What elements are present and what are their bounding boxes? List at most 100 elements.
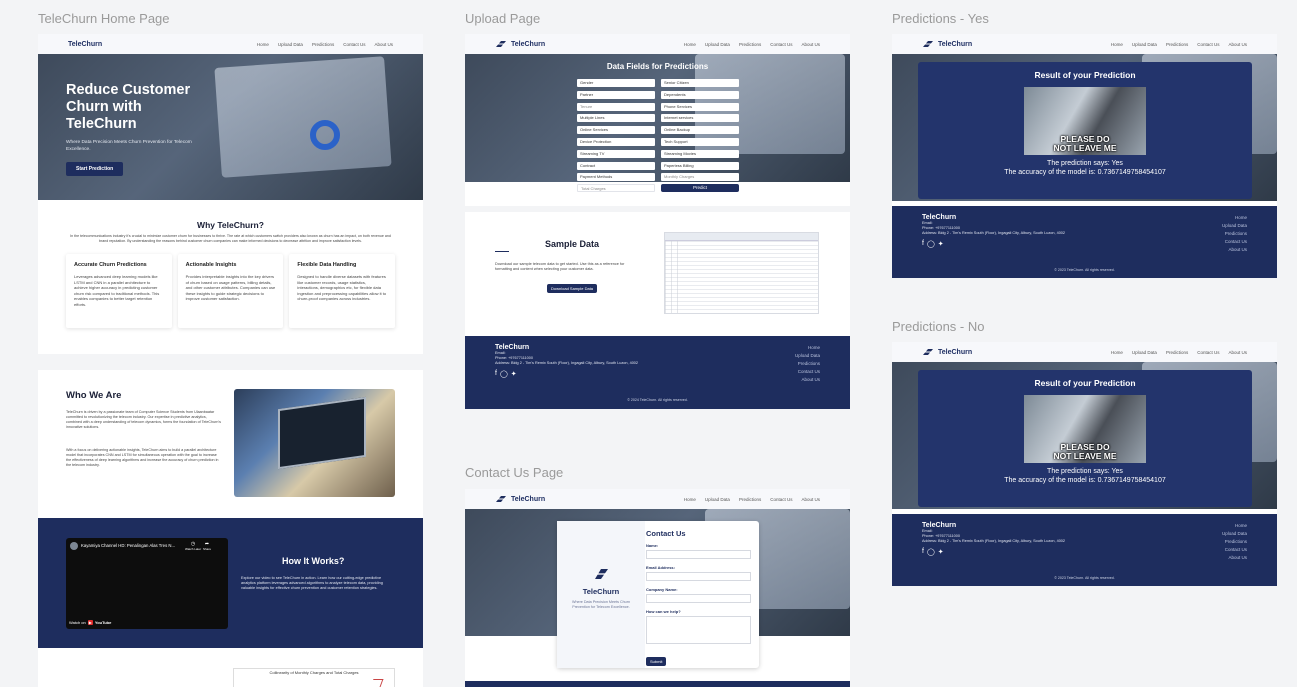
field-phone-services[interactable]: Phone Services — [661, 102, 739, 111]
field-internet-services[interactable]: Internet services — [661, 114, 739, 123]
field-tech-support[interactable]: Tech Support — [661, 137, 739, 146]
fields-left-column: Gender Partner Tenure Multiple Lines Onl… — [577, 79, 655, 182]
footer-link-upload[interactable]: Upload Data — [1222, 222, 1247, 230]
nav-upload[interactable]: Upload Data — [705, 497, 730, 502]
footer-link-home[interactable]: Home — [1222, 214, 1247, 222]
field-streaming-tv[interactable]: Streaming TV — [577, 149, 655, 158]
footer-link-about[interactable]: About Us — [1222, 246, 1247, 254]
nav-contact[interactable]: Contact Us — [770, 42, 792, 47]
upload-form-bottom-row: Total Charges Predict — [465, 182, 850, 206]
nav-predictions[interactable]: Predictions — [1166, 350, 1188, 355]
field-device-protection[interactable]: Device Protection — [577, 137, 655, 146]
video-player[interactable]: Kayamiya Channel HD: Penalingan Alas Tre… — [66, 538, 228, 629]
brand[interactable]: TeleChurn — [922, 40, 972, 48]
facebook-icon[interactable]: f — [922, 548, 924, 556]
nav-upload[interactable]: Upload Data — [705, 42, 730, 47]
instagram-icon[interactable]: ◯ — [500, 370, 508, 378]
field-gender[interactable]: Gender — [577, 79, 655, 87]
nav-contact[interactable]: Contact Us — [1197, 42, 1219, 47]
company-field[interactable] — [646, 594, 751, 603]
download-sample-button[interactable]: Download Sample Data — [547, 284, 598, 293]
clock-icon[interactable]: ◷ Watch Later — [185, 542, 201, 552]
footer-link-home[interactable]: Home — [1222, 522, 1247, 530]
nav-home[interactable]: Home — [1111, 350, 1123, 355]
field-multiple-lines[interactable]: Multiple Lines — [577, 114, 655, 123]
nav-contact[interactable]: Contact Us — [1197, 350, 1219, 355]
nav-home[interactable]: Home — [684, 42, 696, 47]
nav-contact[interactable]: Contact Us — [343, 42, 365, 47]
footer-link-contact[interactable]: Contact Us — [1222, 238, 1247, 246]
footer-copyright: © 2023 TeleChurn. All rights reserved. — [1054, 268, 1115, 272]
field-online-backup[interactable]: Online Backup — [661, 126, 739, 135]
nav-about[interactable]: About Us — [374, 42, 393, 47]
brand[interactable]: TeleChurn — [495, 40, 545, 48]
nav-about[interactable]: About Us — [1228, 350, 1247, 355]
sample-title: Sample Data — [545, 239, 600, 249]
brand[interactable]: TeleChurn — [68, 41, 102, 48]
hero-donut-graphic — [310, 120, 340, 150]
facebook-icon[interactable]: f — [495, 370, 497, 378]
field-senior-citizen[interactable]: Senior Citizen — [661, 79, 739, 87]
field-online-services[interactable]: Online Services — [577, 126, 655, 135]
instagram-icon[interactable]: ◯ — [927, 240, 935, 248]
nav-predictions[interactable]: Predictions — [312, 42, 334, 47]
twitter-icon[interactable]: ✦ — [938, 548, 944, 556]
footer-link-predictions[interactable]: Predictions — [795, 360, 820, 368]
field-monthly-charges[interactable]: Monthly Charges — [661, 173, 739, 182]
brand[interactable]: TeleChurn — [922, 348, 972, 356]
help-textarea[interactable] — [646, 616, 751, 644]
email-field[interactable] — [646, 572, 751, 581]
footer-link-predictions[interactable]: Predictions — [1222, 538, 1247, 546]
nav-upload[interactable]: Upload Data — [1132, 350, 1157, 355]
field-streaming-movies[interactable]: Streaming Movies — [661, 149, 739, 158]
who-paragraph-2: With a focus on delivering actionable in… — [66, 448, 219, 467]
field-contract[interactable]: Contract — [577, 161, 655, 170]
nav-predictions[interactable]: Predictions — [739, 42, 761, 47]
twitter-icon[interactable]: ✦ — [938, 240, 944, 248]
meme-line-2: NOT LEAVE ME — [1053, 451, 1117, 461]
field-paperless-billing[interactable]: Paperless Billing — [661, 161, 739, 170]
brand-name: TeleChurn — [938, 348, 973, 356]
nav-contact[interactable]: Contact Us — [770, 497, 792, 502]
nav-predictions[interactable]: Predictions — [739, 497, 761, 502]
share-icon[interactable]: ➦ Share — [203, 542, 211, 552]
nav-upload[interactable]: Upload Data — [1132, 42, 1157, 47]
prediction-result-text: The prediction says: Yes — [1047, 160, 1123, 167]
nav-home[interactable]: Home — [257, 42, 269, 47]
submit-button[interactable]: Submit — [646, 657, 667, 666]
footer-link-contact[interactable]: Contact Us — [1222, 546, 1247, 554]
field-total-charges[interactable]: Total Charges — [577, 184, 655, 192]
why-title: Why TeleChurn? — [197, 220, 264, 230]
footer-link-home[interactable]: Home — [795, 344, 820, 352]
nav-about[interactable]: About Us — [1228, 42, 1247, 47]
field-partner[interactable]: Partner — [577, 90, 655, 99]
nav-home[interactable]: Home — [1111, 42, 1123, 47]
instagram-icon[interactable]: ◯ — [927, 548, 935, 556]
field-payment-methods[interactable]: Payment Methods — [577, 173, 655, 182]
frame-label-contact: Contact Us Page — [465, 465, 564, 480]
footer-link-about[interactable]: About Us — [1222, 554, 1247, 562]
nav-links: Home Upload Data Predictions Contact Us … — [257, 42, 393, 47]
title-underline — [495, 251, 509, 252]
nav-about[interactable]: About Us — [801, 42, 820, 47]
predict-button[interactable]: Predict — [661, 184, 739, 192]
facebook-icon[interactable]: f — [922, 240, 924, 248]
field-dependents[interactable]: Dependents — [661, 90, 739, 99]
footer-link-contact[interactable]: Contact Us — [795, 368, 820, 376]
footer-link-upload[interactable]: Upload Data — [795, 352, 820, 360]
nav-upload[interactable]: Upload Data — [278, 42, 303, 47]
field-tenure[interactable]: Tenure — [577, 102, 655, 111]
twitter-icon[interactable]: ✦ — [511, 370, 517, 378]
start-prediction-button[interactable]: Start Prediction — [66, 162, 124, 176]
upload-footer: TeleChurn Email: Phone: +97677111000 Add… — [465, 336, 850, 409]
nav-about[interactable]: About Us — [801, 497, 820, 502]
hero-section: Reduce Customer Churn with TeleChurn Whe… — [38, 54, 423, 200]
watch-on-youtube[interactable]: Watch on ▶ YouTube — [69, 620, 111, 625]
brand[interactable]: TeleChurn — [495, 495, 545, 503]
name-field[interactable] — [646, 550, 751, 559]
footer-link-predictions[interactable]: Predictions — [1222, 230, 1247, 238]
nav-home[interactable]: Home — [684, 497, 696, 502]
footer-link-about[interactable]: About Us — [795, 376, 820, 384]
footer-link-upload[interactable]: Upload Data — [1222, 530, 1247, 538]
nav-predictions[interactable]: Predictions — [1166, 42, 1188, 47]
